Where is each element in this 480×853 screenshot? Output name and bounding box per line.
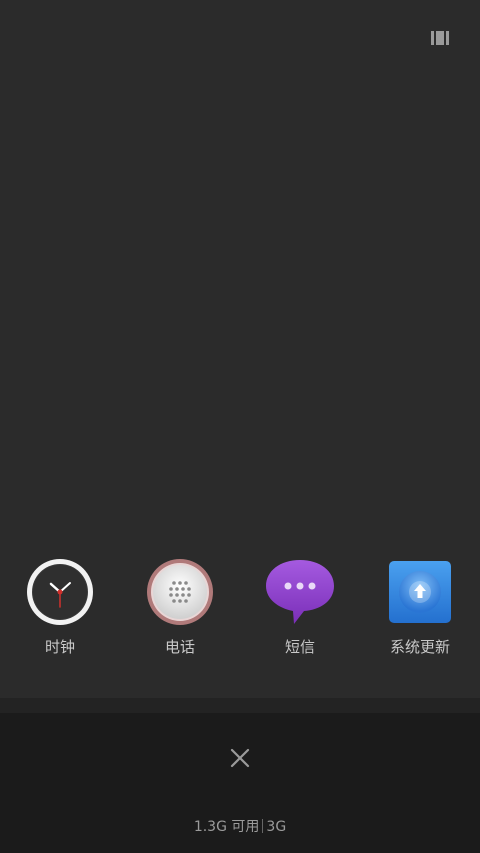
- sms-bubble-icon: [264, 556, 336, 628]
- app-system-update[interactable]: 系统更新: [360, 552, 480, 662]
- phone-dialpad-icon: [144, 556, 216, 628]
- app-label: 系统更新: [389, 638, 450, 656]
- app-label: 电话: [164, 638, 195, 656]
- memory-available: 1.3G 可用: [193, 819, 260, 835]
- network-type: 3G: [266, 819, 287, 835]
- recent-apps-row: 时钟 电话 短信 系统更新: [0, 552, 480, 662]
- memory-status: 1.3G 可用 3G: [0, 816, 480, 836]
- app-label: 时钟: [44, 638, 75, 656]
- app-clock[interactable]: 时钟: [0, 552, 120, 662]
- app-label: 短信: [284, 638, 315, 656]
- system-update-icon: [384, 556, 456, 628]
- app-sms[interactable]: 短信: [240, 552, 360, 662]
- close-icon[interactable]: [222, 740, 258, 776]
- clock-icon: [24, 556, 96, 628]
- separator: [262, 819, 264, 833]
- divider: [0, 698, 480, 713]
- view-mode-icon[interactable]: [431, 31, 451, 45]
- app-phone[interactable]: 电话: [120, 552, 240, 662]
